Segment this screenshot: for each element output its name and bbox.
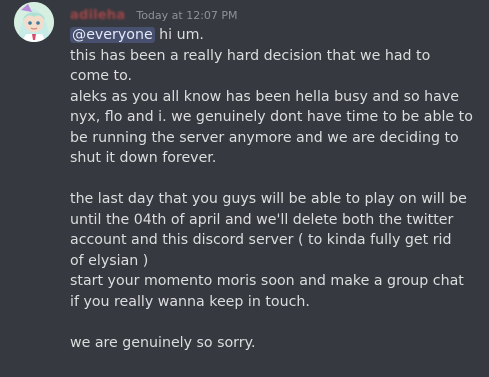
message-line: of elysian ) xyxy=(70,252,149,269)
message-line: account and this discord server ( to kin… xyxy=(70,232,452,248)
message-timestamp[interactable]: Today at 12:07 PM xyxy=(136,9,237,22)
message-line: come to. xyxy=(70,68,133,84)
message-line: this has been a really hard decision tha… xyxy=(70,47,431,64)
avatar[interactable] xyxy=(14,2,54,42)
everyone-mention[interactable]: @everyone xyxy=(70,27,155,43)
message-line: the last day that you guys will be able … xyxy=(70,191,467,207)
message-first-line: @everyone hi um. xyxy=(70,25,475,46)
message-line: aleks as you all know has been hella bus… xyxy=(70,88,459,105)
author-name[interactable]: adileha xyxy=(70,8,125,23)
message-line: until the 04th of april and we'll delete… xyxy=(70,211,454,228)
message-line: if you really wanna keep in touch. xyxy=(70,293,310,310)
message-line: start your momento moris soon and make a… xyxy=(70,273,464,289)
message-line: be running the server anymore and we are… xyxy=(70,129,459,146)
message-line: shut it down forever. xyxy=(70,150,217,166)
avatar-image xyxy=(14,2,54,42)
message-content: @everyone hi um. this has been a really … xyxy=(70,25,475,353)
message-header: adileha Today at 12:07 PM xyxy=(70,5,238,25)
chat-message: adileha Today at 12:07 PM @everyone hi u… xyxy=(0,0,489,377)
first-line-text: hi um. xyxy=(154,27,204,43)
message-line: nyx, flo and i. we genuinely dont have t… xyxy=(70,109,473,125)
message-line: we are genuinely so sorry. xyxy=(70,334,256,351)
